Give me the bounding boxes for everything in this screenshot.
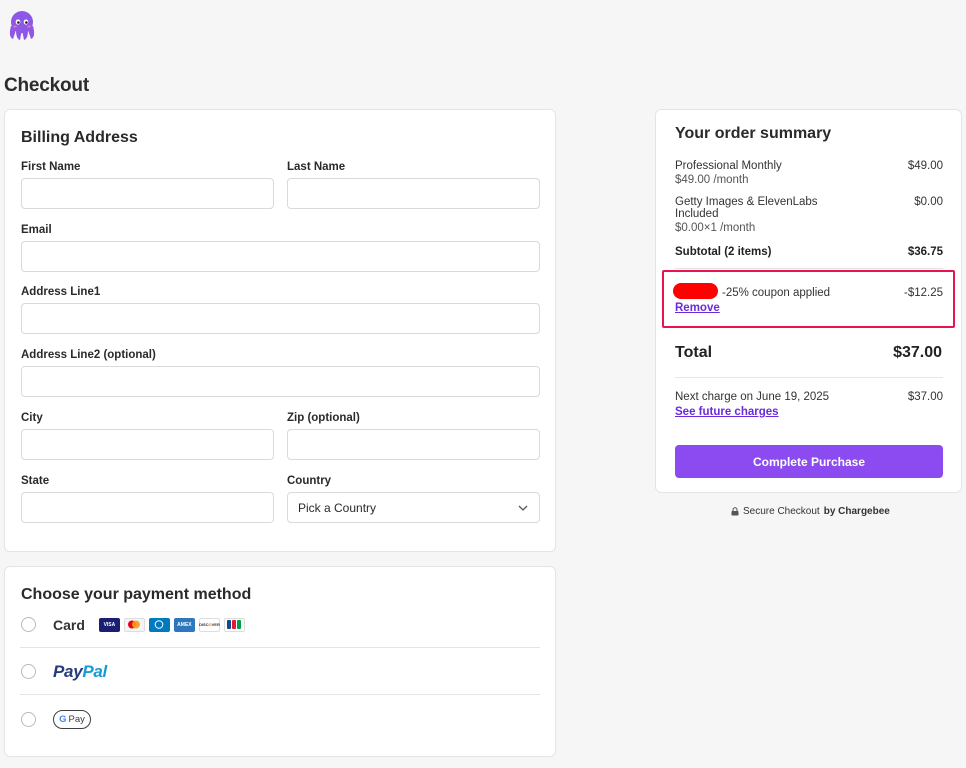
- coupon-text: -25% coupon applied: [722, 287, 831, 299]
- payment-option-paypal[interactable]: PayPal: [20, 649, 540, 695]
- last-name-label: Last Name: [287, 161, 346, 173]
- paypal-label-part1: Pay: [53, 661, 83, 681]
- last-name-input[interactable]: [287, 178, 540, 209]
- item-name-line2: Included: [675, 208, 719, 220]
- paypal-radio[interactable]: [21, 664, 36, 679]
- address2-label: Address Line2 (optional): [21, 349, 156, 361]
- city-label: City: [21, 412, 43, 424]
- summary-title: Your order summary: [675, 125, 832, 142]
- next-charge-value: $37.00: [907, 391, 943, 403]
- mastercard-icon: [123, 617, 145, 632]
- subtotal-row: Subtotal (2 items) $36.75: [675, 246, 943, 258]
- google-pay-logo-icon: G Pay: [53, 709, 91, 729]
- billing-address-card: Billing Address First Name Last Name Ema…: [4, 109, 556, 552]
- card-label: Card: [53, 616, 85, 633]
- visa-icon: VISA: [98, 617, 120, 632]
- zip-input[interactable]: [287, 429, 540, 460]
- paypal-label-part2: Pal: [82, 661, 107, 681]
- item-price-detail: $49.00 /month: [675, 174, 749, 186]
- payment-option-card[interactable]: Card VISA AMEX DISC O VER: [20, 602, 540, 648]
- payment-method-card: Choose your payment method Card VISA AME…: [4, 566, 556, 757]
- order-summary-card: Your order summary Professional Monthly …: [655, 109, 962, 493]
- country-select[interactable]: Pick a Country: [287, 492, 540, 523]
- billing-title: Billing Address: [21, 129, 138, 146]
- complete-purchase-button[interactable]: Complete Purchase: [675, 445, 943, 478]
- remove-coupon-link[interactable]: Remove: [675, 302, 720, 314]
- lock-icon: [731, 507, 739, 516]
- divider: [675, 268, 943, 269]
- subtotal-value: $36.75: [907, 246, 943, 258]
- paypal-logo-icon: PayPal: [53, 662, 107, 682]
- address2-input[interactable]: [21, 366, 540, 397]
- next-charge-row: Next charge on June 19, 2025 $37.00: [675, 391, 943, 403]
- see-future-charges-link[interactable]: See future charges: [675, 406, 779, 418]
- line-item: Getty Images & ElevenLabs Included $0.00…: [675, 196, 943, 234]
- address1-label: Address Line1: [21, 286, 101, 298]
- country-label: Country: [287, 475, 332, 487]
- octopus-logo-icon: [9, 11, 35, 40]
- secure-checkout-footer: Secure Checkout by Chargebee: [731, 506, 890, 517]
- item-price: $0.00: [914, 196, 943, 208]
- chargebee-link[interactable]: by Chargebee: [824, 506, 890, 517]
- address1-input[interactable]: [21, 303, 540, 334]
- total-value: $37.00: [893, 344, 942, 361]
- card-brand-logos: VISA AMEX DISC O VER: [98, 617, 245, 632]
- email-label: Email: [21, 224, 52, 236]
- item-price-detail: $0.00×1 /month: [675, 222, 756, 234]
- coupon-row: -25% coupon applied -$12.25: [675, 287, 943, 299]
- zip-label: Zip (optional): [287, 412, 360, 424]
- total-label: Total: [675, 344, 713, 361]
- item-name: Professional Monthly: [675, 160, 782, 172]
- coupon-highlight-box: [662, 270, 955, 328]
- subtotal-label: Subtotal (2 items): [675, 246, 772, 258]
- diners-club-icon: [148, 617, 170, 632]
- item-name: Getty Images & ElevenLabs: [675, 196, 818, 208]
- item-price: $49.00: [907, 160, 943, 172]
- secure-checkout-text: Secure Checkout: [743, 506, 820, 517]
- coupon-value: -$12.25: [903, 287, 943, 299]
- divider: [675, 377, 943, 378]
- line-item: Professional Monthly $49.00 /month $49.0…: [675, 160, 943, 186]
- state-label: State: [21, 475, 50, 487]
- page-title: Checkout: [4, 75, 89, 96]
- google-pay-radio[interactable]: [21, 711, 36, 727]
- email-input[interactable]: [21, 241, 540, 272]
- city-input[interactable]: [21, 429, 274, 460]
- chevron-down-icon: [518, 505, 528, 511]
- amex-icon: AMEX: [173, 617, 195, 632]
- google-g-label: G: [59, 713, 67, 725]
- discover-icon: DISC O VER: [198, 617, 220, 632]
- card-radio[interactable]: [21, 617, 36, 632]
- country-selected-value: Pick a Country: [298, 500, 377, 515]
- first-name-input[interactable]: [21, 178, 274, 209]
- first-name-label: First Name: [21, 161, 81, 173]
- payment-option-google-pay[interactable]: G Pay: [20, 696, 540, 742]
- next-charge-label: Next charge on June 19, 2025: [675, 391, 830, 403]
- state-input[interactable]: [21, 492, 274, 523]
- jcb-icon: [223, 617, 245, 632]
- google-pay-label: Pay: [68, 713, 85, 725]
